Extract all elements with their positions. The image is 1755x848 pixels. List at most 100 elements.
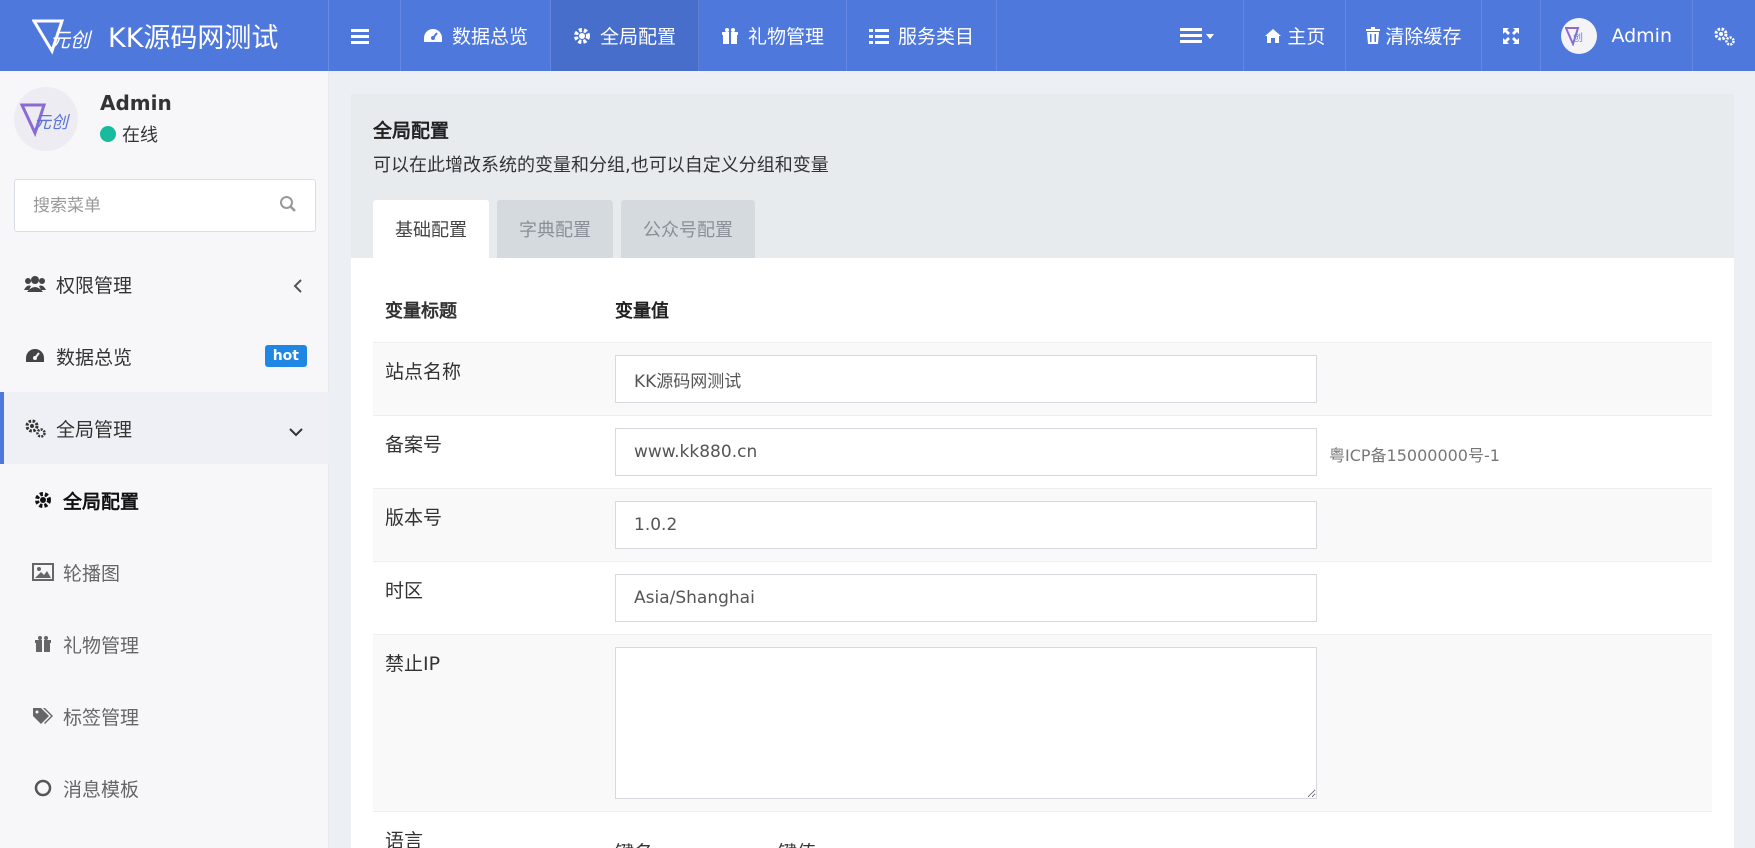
row-title: 时区 bbox=[385, 580, 424, 602]
sidebar-subitem-label: 全局配置 bbox=[63, 490, 140, 513]
nav-gift-management[interactable]: 礼物管理 bbox=[699, 0, 848, 71]
home-label: 主页 bbox=[1287, 26, 1326, 48]
sidebar-subitem-label: 轮播图 bbox=[63, 562, 121, 585]
home-link[interactable]: 主页 bbox=[1243, 0, 1345, 71]
nav-dashboard[interactable]: 数据总览 bbox=[401, 0, 552, 71]
table-row: 站点名称 bbox=[373, 342, 1712, 415]
chevron-down-icon bbox=[289, 420, 303, 442]
column-header-title: 变量标题 bbox=[385, 301, 457, 322]
sidebar-item-dashboard[interactable]: 数据总览 hot bbox=[0, 320, 329, 392]
site-name-field[interactable] bbox=[615, 355, 1317, 403]
svg-text:创: 创 bbox=[1573, 31, 1583, 44]
content-header: 全局配置 可以在此增改系统的变量和分组,也可以自定义分组和变量 基础配置 字典配… bbox=[351, 94, 1734, 258]
row-title: 版本号 bbox=[385, 507, 443, 529]
banned-ip-field[interactable] bbox=[615, 647, 1317, 799]
search-icon[interactable] bbox=[279, 195, 297, 217]
nav-global-config-label: 全局配置 bbox=[600, 26, 677, 48]
main-content: 全局配置 可以在此增改系统的变量和分组,也可以自定义分组和变量 基础配置 字典配… bbox=[351, 94, 1734, 848]
circle-icon bbox=[32, 779, 54, 797]
config-tabs: 基础配置 字典配置 公众号配置 bbox=[373, 200, 763, 258]
tab-basic-config[interactable]: 基础配置 bbox=[373, 200, 489, 258]
list-icon bbox=[869, 28, 890, 44]
fullscreen-button[interactable] bbox=[1481, 0, 1540, 71]
image-icon bbox=[32, 563, 54, 581]
trash-icon bbox=[1366, 27, 1381, 44]
table-header: 变量标题 变量值 bbox=[373, 278, 1712, 342]
gears-icon bbox=[1713, 26, 1735, 46]
user-status-label: 在线 bbox=[122, 125, 158, 146]
user-avatar: 元创 bbox=[14, 87, 78, 151]
table-row: 备案号 粤ICP备15000000号-1 bbox=[373, 415, 1712, 488]
user-menu-button[interactable]: 创 Admin bbox=[1540, 0, 1692, 71]
online-status-icon bbox=[100, 126, 116, 142]
key-name-label: 键名 bbox=[615, 838, 778, 848]
beian-tip: 粤ICP备15000000号-1 bbox=[1329, 446, 1500, 465]
table-row: 禁止IP bbox=[373, 634, 1712, 811]
beian-number-field[interactable] bbox=[615, 428, 1317, 476]
home-icon bbox=[1264, 28, 1282, 44]
search-input[interactable] bbox=[33, 195, 279, 216]
user-name: Admin bbox=[100, 91, 172, 115]
dashboard-icon bbox=[423, 27, 443, 45]
sidebar-subitem-label: 标签管理 bbox=[63, 706, 140, 729]
row-title: 禁止IP bbox=[385, 653, 441, 675]
gift-icon bbox=[721, 27, 739, 45]
sidebar-subitem-gift-management[interactable]: 礼物管理 bbox=[0, 608, 329, 680]
gears-icon bbox=[24, 418, 46, 438]
sidebar-subitem-carousel[interactable]: 轮播图 bbox=[0, 536, 329, 608]
sidebar-item-label: 数据总览 bbox=[56, 346, 133, 369]
table-row: 时区 bbox=[373, 561, 1712, 634]
more-menu-button[interactable] bbox=[1160, 0, 1243, 71]
tab-dictionary-config[interactable]: 字典配置 bbox=[497, 200, 613, 258]
sidebar-subitem-message-template[interactable]: 消息模板 bbox=[0, 752, 329, 824]
row-title: 语言 bbox=[385, 830, 424, 848]
hot-badge: hot bbox=[264, 345, 307, 367]
clear-cache-button[interactable]: 清除缓存 bbox=[1345, 0, 1481, 71]
sidebar-item-global-management[interactable]: 全局管理 bbox=[0, 392, 329, 464]
sidebar-subitem-tag-management[interactable]: 标签管理 bbox=[0, 680, 329, 752]
nav-global-config[interactable]: 全局配置 bbox=[551, 0, 700, 71]
sidebar-item-label: 全局管理 bbox=[56, 418, 133, 441]
nav-service-category-label: 服务类目 bbox=[898, 26, 975, 48]
column-header-value: 变量值 bbox=[615, 301, 669, 322]
tab-official-account-config[interactable]: 公众号配置 bbox=[621, 200, 755, 258]
nav-dashboard-label: 数据总览 bbox=[452, 26, 529, 48]
row-title: 备案号 bbox=[385, 434, 443, 456]
user-status: 在线 bbox=[100, 121, 172, 147]
language-kv-header: 键名 键值 bbox=[615, 838, 1712, 848]
gear-icon bbox=[32, 491, 54, 509]
svg-text:元创: 元创 bbox=[50, 28, 93, 52]
row-title: 站点名称 bbox=[385, 361, 462, 383]
page-title: 全局配置 bbox=[373, 120, 450, 142]
sidebar-toggle-button[interactable] bbox=[329, 0, 401, 71]
nav-gift-management-label: 礼物管理 bbox=[748, 26, 825, 48]
sidebar-search bbox=[14, 179, 316, 232]
table-row: 版本号 bbox=[373, 488, 1712, 561]
top-header: 元创 KK源码网测试 数据总览 全局配置 礼物管理 服务类目 主页 清除缓存 创… bbox=[0, 0, 1755, 71]
sidebar-item-permissions[interactable]: 权限管理 bbox=[0, 248, 329, 320]
table-row: 语言 键名 键值 bbox=[373, 811, 1712, 848]
gear-icon bbox=[573, 27, 591, 45]
nav-service-category[interactable]: 服务类目 bbox=[847, 0, 998, 71]
sidebar-subitem-global-config[interactable]: 全局配置 bbox=[0, 464, 329, 536]
bars-dropdown-icon bbox=[1180, 27, 1215, 45]
sidebar-subitem-label: 消息模板 bbox=[63, 778, 140, 801]
brand[interactable]: 元创 KK源码网测试 bbox=[0, 0, 329, 71]
sidebar-subitem-label: 礼物管理 bbox=[63, 634, 140, 657]
clear-cache-label: 清除缓存 bbox=[1385, 26, 1462, 48]
sidebar: 元创 Admin 在线 权限管理 数据总览 hot bbox=[0, 71, 329, 848]
menu-icon bbox=[351, 28, 369, 44]
chevron-left-icon bbox=[293, 276, 303, 298]
avatar: 创 bbox=[1561, 17, 1598, 54]
timezone-field[interactable] bbox=[615, 574, 1317, 622]
brand-title: KK源码网测试 bbox=[108, 23, 279, 54]
version-field[interactable] bbox=[615, 501, 1317, 549]
settings-button[interactable] bbox=[1692, 0, 1755, 71]
dashboard-icon bbox=[24, 347, 46, 365]
users-icon bbox=[24, 275, 46, 293]
tags-icon bbox=[32, 707, 54, 725]
user-panel: 元创 Admin 在线 bbox=[14, 87, 172, 151]
sidebar-item-label: 权限管理 bbox=[56, 274, 133, 297]
gift-icon bbox=[32, 635, 54, 653]
svg-text:元创: 元创 bbox=[34, 113, 71, 133]
